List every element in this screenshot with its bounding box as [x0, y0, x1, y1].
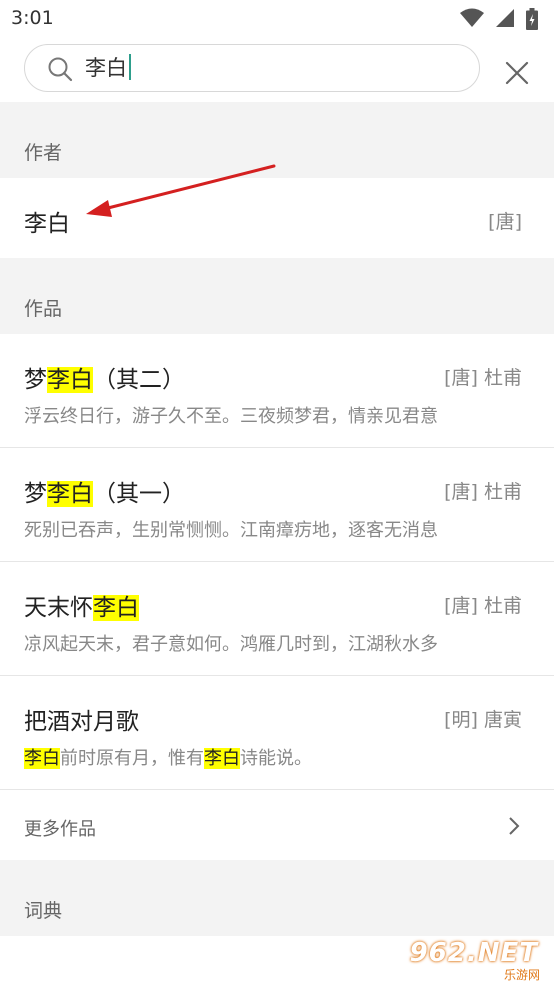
signal-icon	[495, 9, 514, 27]
highlight-text: 李白	[204, 748, 240, 769]
work-title: 把酒对月歌	[24, 709, 139, 735]
highlight-text: 李白	[93, 595, 139, 621]
section-header-authors: 作者	[0, 102, 554, 178]
watermark-logo: 962.NET 乐游网	[410, 938, 548, 982]
work-item[interactable]: 梦李白（其二） [唐] 杜甫 浮云终日行，游子久不至。三夜频梦君，情亲见君意	[0, 334, 554, 448]
work-title: 梦李白（其二）	[24, 360, 185, 394]
search-icon	[48, 57, 73, 82]
text-caret	[129, 54, 131, 80]
search-query-text: 李白	[85, 56, 127, 80]
author-name: 李白	[24, 211, 70, 237]
battery-icon	[526, 8, 538, 30]
title-text: （其一）	[93, 481, 185, 507]
section-title: 词典	[24, 900, 63, 922]
excerpt-text: 前时原有月，惟有	[60, 748, 204, 769]
work-author: [唐] 杜甫	[444, 481, 522, 503]
work-item[interactable]: 梦李白（其一） [唐] 杜甫 死别已吞声，生别常恻恻。江南瘴疠地，逐客无消息	[0, 448, 554, 562]
work-excerpt: 死别已吞声，生别常恻恻。江南瘴疠地，逐客无消息	[24, 520, 438, 541]
work-excerpt: 浮云终日行，游子久不至。三夜频梦君，情亲见君意	[24, 406, 438, 427]
excerpt-text: 诗能说。	[240, 748, 312, 769]
work-title: 天末怀李白	[24, 588, 139, 622]
watermark-text: 962.NET	[409, 938, 538, 968]
work-item[interactable]: 天末怀李白 [唐] 杜甫 凉风起天末，君子意如何。鸿雁几时到，江湖秋水多	[0, 562, 554, 676]
more-works-label: 更多作品	[24, 819, 96, 840]
work-author: [唐] 杜甫	[444, 595, 522, 617]
search-bar: 李白	[0, 38, 554, 102]
work-item[interactable]: 把酒对月歌 [明] 唐寅 李白前时原有月，惟有李白诗能说。	[0, 676, 554, 790]
author-dynasty: [唐]	[488, 211, 522, 233]
title-text: （其二）	[93, 367, 185, 393]
close-icon[interactable]	[500, 56, 534, 90]
watermark-subtext: 乐游网	[503, 968, 540, 982]
work-author: [唐] 杜甫	[444, 367, 522, 389]
search-field[interactable]: 李白	[24, 44, 480, 92]
title-text: 梦	[24, 481, 47, 507]
work-author: [明] 唐寅	[444, 709, 522, 731]
more-works-button[interactable]: 更多作品	[0, 792, 554, 860]
chevron-right-icon	[509, 817, 520, 835]
highlight-text: 李白	[47, 481, 93, 507]
section-header-dictionary: 词典	[0, 860, 554, 936]
section-title: 作品	[24, 298, 63, 320]
wifi-icon	[459, 8, 484, 27]
section-title: 作者	[24, 142, 63, 164]
title-text: 天末怀	[24, 595, 93, 621]
work-title: 梦李白（其一）	[24, 474, 185, 508]
author-row[interactable]: 李白 [唐]	[0, 178, 554, 258]
status-icons	[454, 8, 538, 30]
status-time: 3:01	[11, 7, 54, 29]
highlight-text: 李白	[47, 367, 93, 393]
section-header-works: 作品	[0, 258, 554, 334]
highlight-text: 李白	[24, 748, 60, 769]
work-excerpt: 李白前时原有月，惟有李白诗能说。	[24, 744, 312, 770]
works-list: 梦李白（其二） [唐] 杜甫 浮云终日行，游子久不至。三夜频梦君，情亲见君意 梦…	[0, 334, 554, 860]
work-excerpt: 凉风起天末，君子意如何。鸿雁几时到，江湖秋水多	[24, 634, 438, 655]
status-bar: 3:01	[0, 0, 554, 38]
search-input[interactable]: 李白	[85, 54, 131, 82]
title-text: 梦	[24, 367, 47, 393]
